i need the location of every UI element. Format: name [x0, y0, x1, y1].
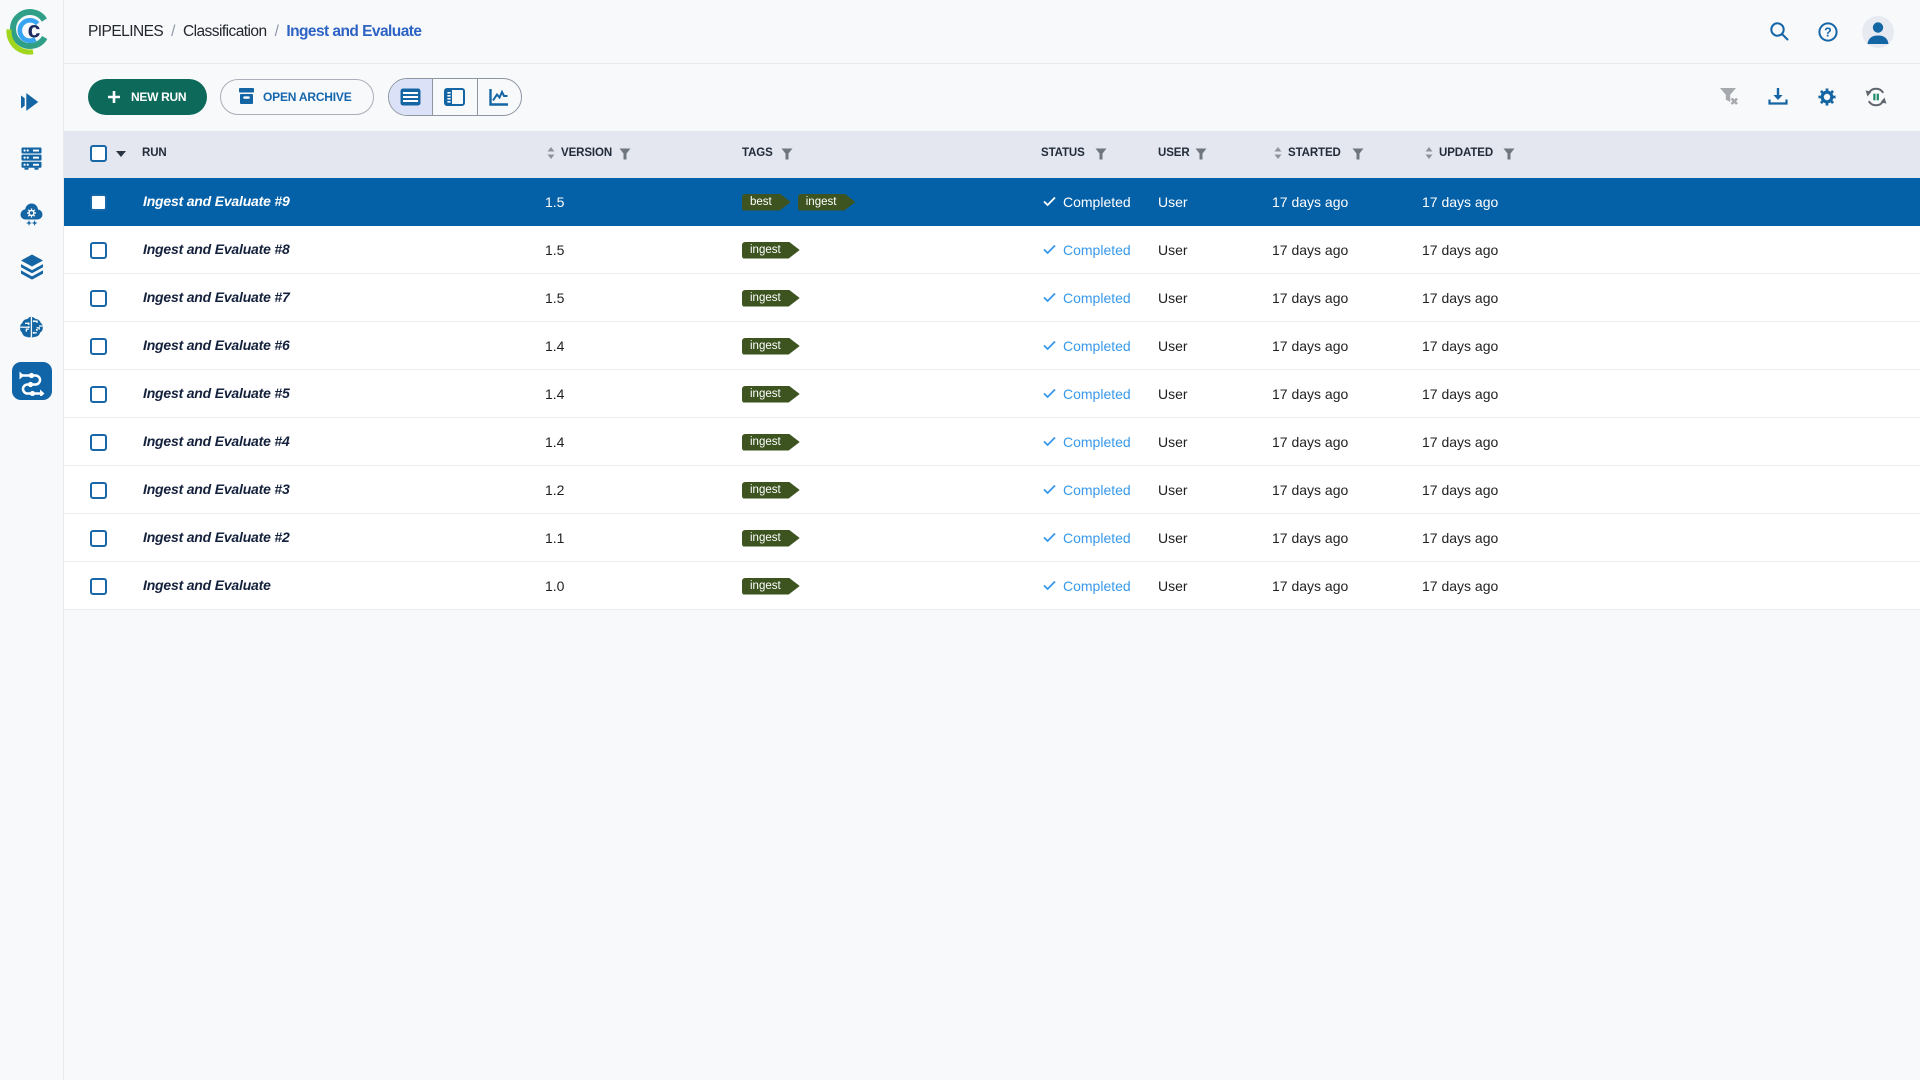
svg-text:?: ? [1824, 25, 1832, 39]
svg-text:c: c [28, 17, 41, 43]
